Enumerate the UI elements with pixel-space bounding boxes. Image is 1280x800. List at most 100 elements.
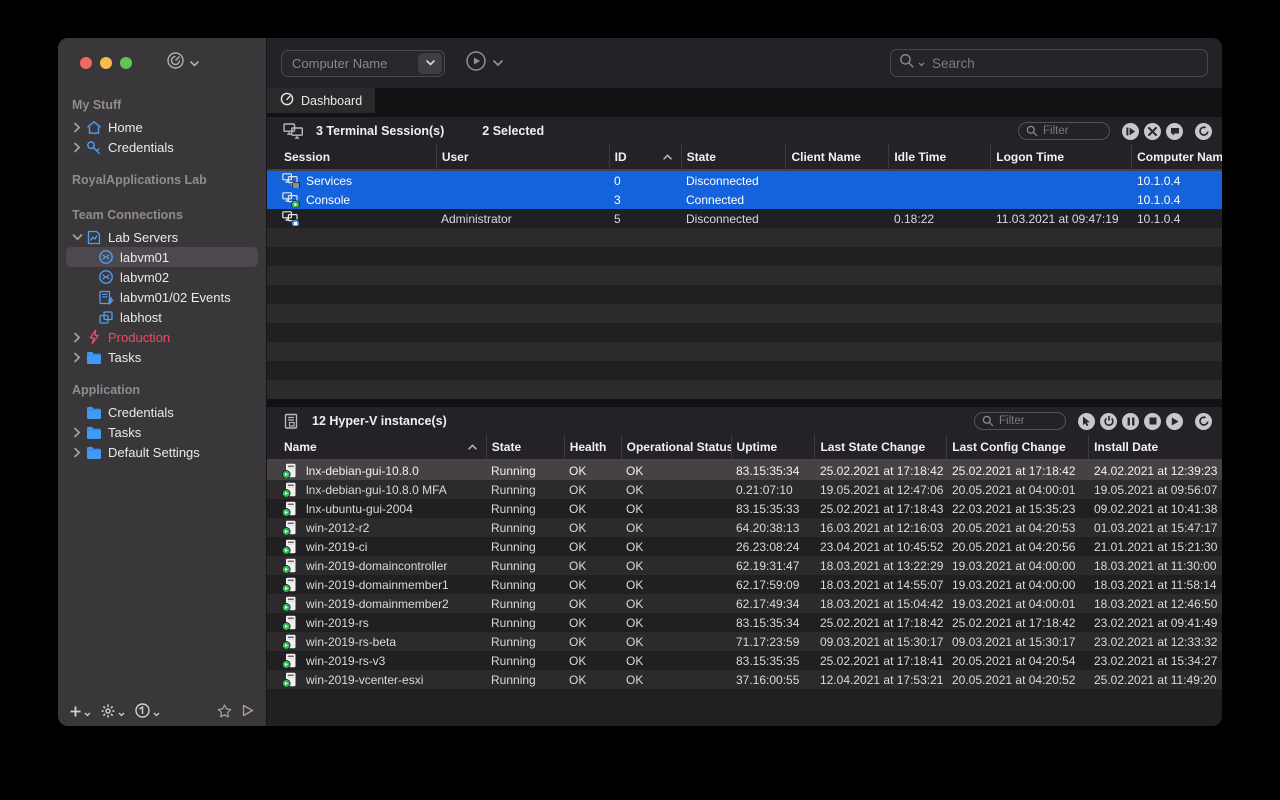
- logoff-button[interactable]: [1144, 123, 1161, 140]
- filter-input[interactable]: Filter: [974, 412, 1066, 430]
- server-document-icon: [84, 230, 104, 245]
- column-header-logon-time[interactable]: Logon Time: [990, 145, 1131, 169]
- cell-name: win-2019-domainmember2: [267, 596, 486, 611]
- column-header-computer-name[interactable]: Computer Name: [1131, 145, 1222, 169]
- favorites-button[interactable]: [217, 704, 232, 723]
- send-message-button[interactable]: [1166, 123, 1183, 140]
- column-header-state[interactable]: State: [681, 145, 786, 169]
- chevron-right-icon[interactable]: [70, 447, 84, 458]
- sidebar-item-labvm01-02-events[interactable]: labvm01/02 Events: [66, 287, 258, 307]
- cell-last-config-change: 25.02.2021 at 17:18:42: [947, 616, 1089, 630]
- table-row[interactable]: win-2019-ciRunningOKOK26.23:08:2423.04.2…: [267, 537, 1222, 556]
- logoff-icon: [1148, 127, 1157, 136]
- table-row[interactable]: win-2019-domainmember1RunningOKOK62.17:5…: [267, 575, 1222, 594]
- table-row[interactable]: win-2019-rs-v3RunningOKOK83.15:35:3525.0…: [267, 651, 1222, 670]
- filter-input[interactable]: Filter: [1018, 122, 1110, 140]
- combobox-dropdown-button[interactable]: [418, 53, 442, 74]
- pointer-button[interactable]: [1078, 413, 1095, 430]
- sidebar-item-labhost[interactable]: labhost: [66, 307, 258, 327]
- table-row[interactable]: win-2019-domaincontrollerRunningOKOK62.1…: [267, 556, 1222, 575]
- column-header-install-date[interactable]: Install Date: [1088, 435, 1222, 459]
- cell-name: lnx-debian-gui-10.8.0: [267, 463, 486, 478]
- connect-menu-button[interactable]: [166, 51, 199, 75]
- pause-button[interactable]: [1122, 413, 1139, 430]
- close-button[interactable]: [80, 57, 92, 69]
- column-header-idle-time[interactable]: Idle Time: [888, 145, 990, 169]
- sidebar-item-lab-servers[interactable]: Lab Servers: [66, 227, 258, 247]
- tab-dashboard[interactable]: Dashboard: [267, 88, 375, 113]
- table-row[interactable]: win-2019-rsRunningOKOK83.15:35:3425.02.2…: [267, 613, 1222, 632]
- chevron-right-icon[interactable]: [70, 122, 84, 133]
- sidebar-section-header: RoyalApplications Lab: [58, 169, 266, 192]
- zoom-button[interactable]: [120, 57, 132, 69]
- column-header-uptime[interactable]: Uptime: [731, 435, 815, 459]
- column-label: Operational Status: [627, 440, 731, 454]
- column-header-state[interactable]: State: [486, 435, 564, 459]
- stop-vm-button[interactable]: [1144, 413, 1161, 430]
- cell-last-config-change: 20.05.2021 at 04:20:56: [947, 540, 1089, 554]
- sidebar-item-labvm02[interactable]: labvm02: [66, 267, 258, 287]
- run-button[interactable]: [242, 704, 254, 722]
- view-options-button[interactable]: [135, 703, 160, 723]
- column-header-last-state-change[interactable]: Last State Change: [814, 435, 946, 459]
- table-row[interactable]: lnx-debian-gui-10.8.0 MFARunningOKOK0.21…: [267, 480, 1222, 499]
- add-object-button[interactable]: [70, 704, 91, 722]
- chevron-right-icon[interactable]: [70, 332, 84, 343]
- column-header-last-config-change[interactable]: Last Config Change: [946, 435, 1088, 459]
- sidebar-item-tasks[interactable]: Tasks: [66, 422, 258, 442]
- connect-button[interactable]: [465, 50, 503, 77]
- sidebar-item-production[interactable]: Production: [66, 327, 258, 347]
- filter-search-icon: [1026, 125, 1038, 137]
- cell-uptime: 62.19:31:47: [731, 559, 815, 573]
- column-header-session[interactable]: Session: [267, 145, 436, 169]
- table-row[interactable]: win-2019-vcenter-esxiRunningOKOK37.16:00…: [267, 670, 1222, 689]
- cell-last-config-change: 20.05.2021 at 04:20:53: [947, 521, 1089, 535]
- cell-install-date: 23.02.2021 at 15:34:27: [1089, 654, 1222, 668]
- table-row[interactable]: win-2019-rs-betaRunningOKOK71.17:23:5909…: [267, 632, 1222, 651]
- sidebar-item-labvm01[interactable]: labvm01: [66, 247, 258, 267]
- sidebar-item-home[interactable]: Home: [66, 117, 258, 137]
- play-vm-button[interactable]: [1166, 413, 1183, 430]
- disconnect-button[interactable]: [1122, 123, 1139, 140]
- cell-uptime: 62.17:59:09: [731, 578, 815, 592]
- cell-name: win-2019-rs-v3: [267, 653, 486, 668]
- sort-ascending-icon: [468, 444, 477, 450]
- column-header-operational-status[interactable]: Operational Status: [621, 435, 731, 459]
- sort-ascending-icon: [663, 154, 672, 160]
- power-button[interactable]: [1100, 413, 1117, 430]
- cell-text: lnx-ubuntu-gui-2004: [306, 502, 413, 516]
- table-row[interactable]: win-2012-r2RunningOKOK64.20:38:1316.03.2…: [267, 518, 1222, 537]
- table-row[interactable]: Console3Connected10.1.0.4: [267, 190, 1222, 209]
- chevron-right-icon[interactable]: [70, 142, 84, 153]
- sidebar-item-label: Tasks: [108, 425, 141, 440]
- refresh-button[interactable]: [1195, 123, 1212, 140]
- cell-text: win-2019-rs: [306, 616, 369, 630]
- sidebar-item-tasks[interactable]: Tasks: [66, 347, 258, 367]
- sidebar-item-credentials[interactable]: Credentials: [66, 137, 258, 157]
- refresh-button[interactable]: [1195, 413, 1212, 430]
- chevron-down-icon[interactable]: [70, 233, 84, 241]
- chevron-right-icon[interactable]: [70, 427, 84, 438]
- minimize-button[interactable]: [100, 57, 112, 69]
- sidebar-item-credentials[interactable]: Credentials: [66, 402, 258, 422]
- sidebar-footer: [58, 700, 266, 726]
- folder-icon: [84, 446, 104, 459]
- table-row[interactable]: win-2019-domainmember2RunningOKOK62.17:4…: [267, 594, 1222, 613]
- table-row[interactable]: Services0Disconnected10.1.0.4: [267, 171, 1222, 190]
- chevron-down-icon: [190, 54, 199, 72]
- search-input[interactable]: Search: [890, 49, 1208, 77]
- column-header-health[interactable]: Health: [564, 435, 621, 459]
- column-header-client-name[interactable]: Client Name: [785, 145, 888, 169]
- table-row[interactable]: Administrator5Disconnected0.18:2211.03.2…: [267, 209, 1222, 228]
- column-header-name[interactable]: Name: [267, 435, 486, 459]
- column-header-user[interactable]: User: [436, 145, 609, 169]
- computer-name-combobox[interactable]: Computer Name: [281, 50, 445, 77]
- table-row[interactable]: lnx-debian-gui-10.8.0RunningOKOK83.15:35…: [267, 461, 1222, 480]
- sidebar-item-default-settings[interactable]: Default Settings: [66, 442, 258, 462]
- folder-icon: [84, 426, 104, 439]
- table-row[interactable]: lnx-ubuntu-gui-2004RunningOKOK83.15:35:3…: [267, 499, 1222, 518]
- sidebar-item-label: Production: [108, 330, 170, 345]
- settings-menu-button[interactable]: [101, 704, 125, 723]
- column-header-id[interactable]: ID: [609, 145, 681, 169]
- chevron-right-icon[interactable]: [70, 352, 84, 363]
